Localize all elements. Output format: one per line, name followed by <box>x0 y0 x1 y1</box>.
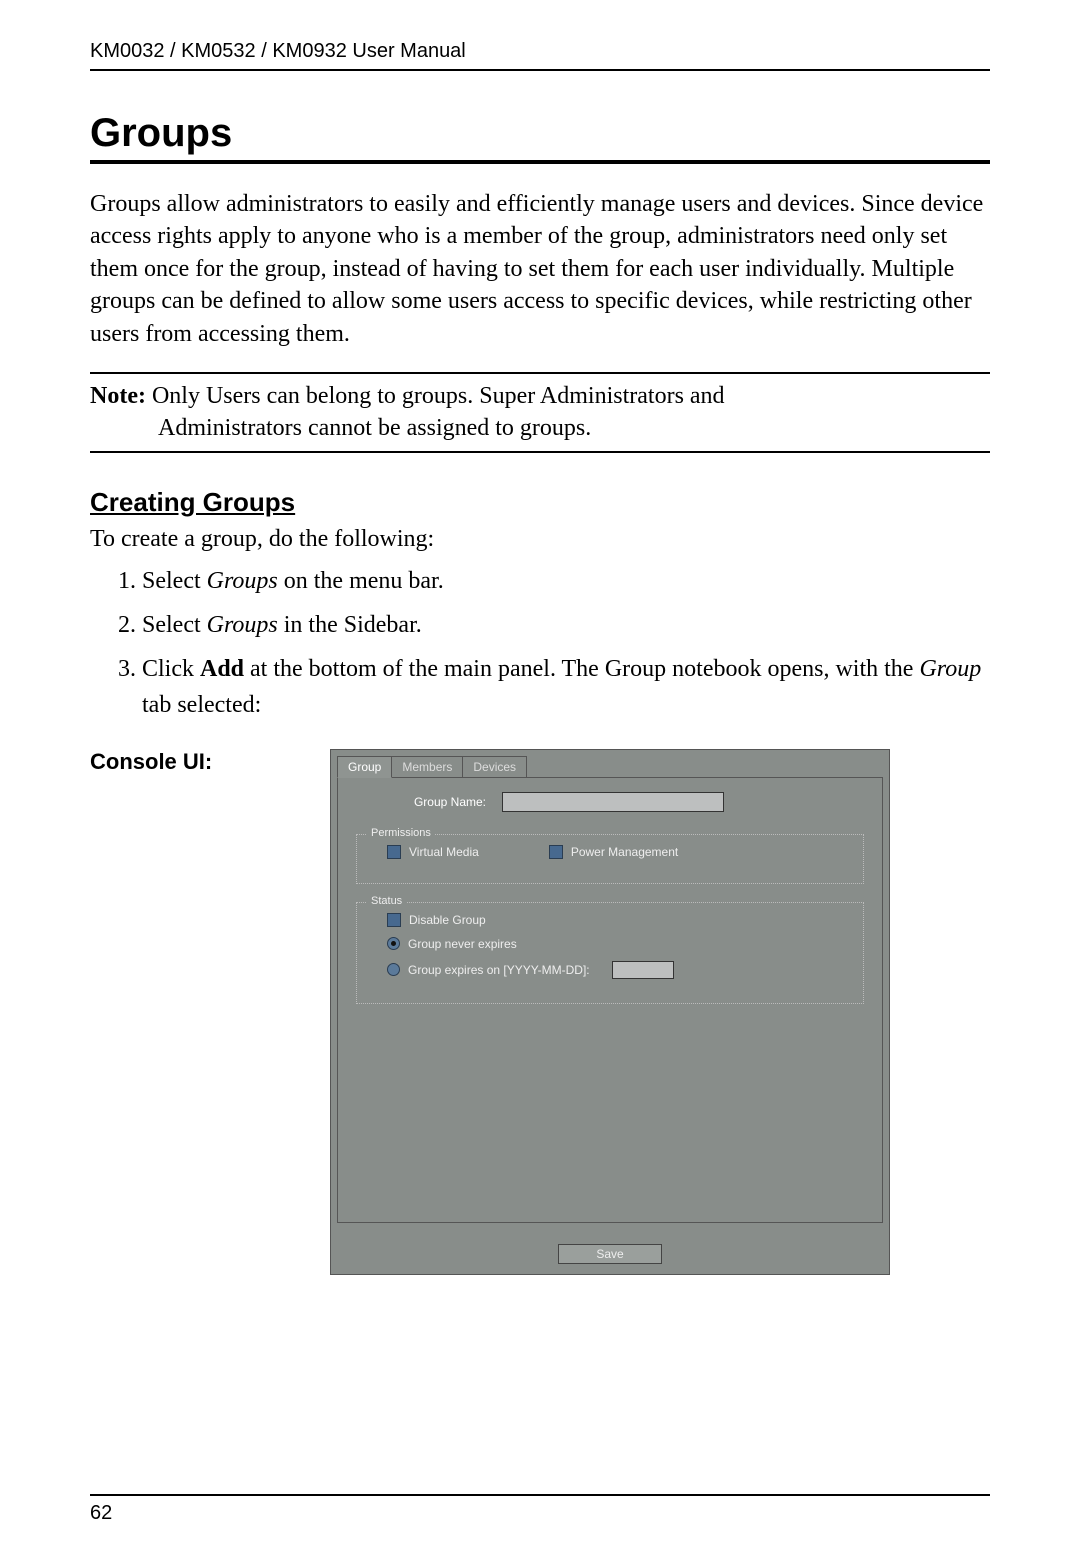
radio-icon <box>387 963 400 976</box>
console-ui-screenshot: Group Members Devices Group Name: Permis… <box>330 749 890 1275</box>
step-2-italic: Groups <box>207 612 278 638</box>
subsection-intro: To create a group, do the following: <box>90 526 990 553</box>
note-line2: Administrators cannot be assigned to gro… <box>158 412 990 444</box>
step-3: Click Add at the bottom of the main pane… <box>142 651 990 723</box>
step-3-italic: Group <box>919 656 981 682</box>
checkbox-icon <box>549 845 563 859</box>
status-title: Status <box>367 895 406 907</box>
page-number: 62 <box>90 1494 990 1525</box>
permissions-fieldset: Permissions Virtual Media Power Manageme… <box>356 834 864 884</box>
step-3-e: tab selected: <box>142 692 261 718</box>
disable-group-checkbox[interactable]: Disable Group <box>387 913 851 927</box>
tab-devices[interactable]: Devices <box>462 756 527 778</box>
step-3-bold: Add <box>200 656 244 682</box>
group-name-input[interactable] <box>502 792 724 812</box>
expiry-date-input[interactable] <box>612 961 674 979</box>
running-header: KM0032 / KM0532 / KM0932 User Manual <box>90 40 990 71</box>
note-label: Note: <box>90 383 146 409</box>
steps-list: Select Groups on the menu bar. Select Gr… <box>90 563 990 731</box>
console-ui-label: Console UI: <box>90 749 330 775</box>
tab-group[interactable]: Group <box>337 756 392 778</box>
radio-selected-icon <box>387 937 400 950</box>
step-1-a: Select <box>142 568 207 594</box>
step-1-c: on the menu bar. <box>278 568 444 594</box>
never-expires-radio[interactable]: Group never expires <box>387 937 851 951</box>
tab-members[interactable]: Members <box>391 756 463 778</box>
never-expires-label: Group never expires <box>408 937 517 951</box>
intro-paragraph: Groups allow administrators to easily an… <box>90 188 990 350</box>
disable-group-label: Disable Group <box>409 913 486 927</box>
group-name-label: Group Name: <box>396 795 486 809</box>
expires-on-radio[interactable]: Group expires on [YYYY-MM-DD]: <box>387 961 851 979</box>
tab-row: Group Members Devices <box>331 750 889 778</box>
step-1: Select Groups on the menu bar. <box>142 563 990 599</box>
step-2-c: in the Sidebar. <box>278 612 422 638</box>
virtual-media-label: Virtual Media <box>409 845 479 859</box>
step-1-italic: Groups <box>207 568 278 594</box>
step-3-a: Click <box>142 656 200 682</box>
checkbox-icon <box>387 845 401 859</box>
power-management-checkbox[interactable]: Power Management <box>549 845 678 859</box>
step-2-a: Select <box>142 612 207 638</box>
virtual-media-checkbox[interactable]: Virtual Media <box>387 845 479 859</box>
step-2: Select Groups in the Sidebar. <box>142 607 990 643</box>
checkbox-icon <box>387 913 401 927</box>
note-block: Note: Only Users can belong to groups. S… <box>90 372 990 453</box>
step-3-c: at the bottom of the main panel. The Gro… <box>244 656 919 682</box>
note-line1: Only Users can belong to groups. Super A… <box>152 383 725 409</box>
status-fieldset: Status Disable Group Group never expires <box>356 902 864 1004</box>
power-mgmt-label: Power Management <box>571 845 678 859</box>
page-title: Groups <box>90 111 990 164</box>
subsection-heading: Creating Groups <box>90 487 990 518</box>
expires-on-label: Group expires on [YYYY-MM-DD]: <box>408 963 590 977</box>
save-button[interactable]: Save <box>558 1244 662 1264</box>
permissions-title: Permissions <box>367 827 435 839</box>
